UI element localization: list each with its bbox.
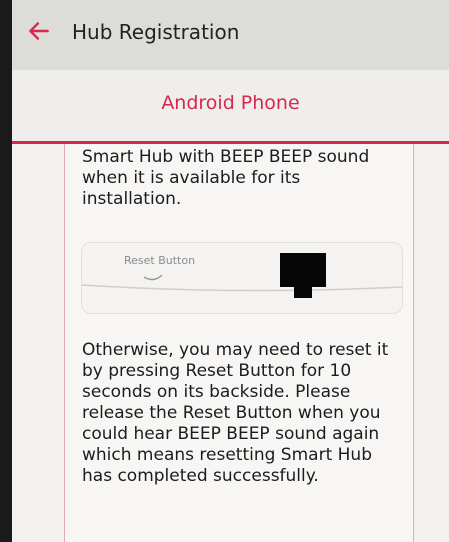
section-title: Android Phone [161, 92, 300, 114]
hub-device-icon [280, 253, 326, 298]
instruction-card: Smart Hub with BEEP BEEP sound when it i… [64, 144, 414, 542]
instruction-text-reset: Otherwise, you may need to reset it by p… [82, 340, 389, 486]
device-outline [82, 274, 402, 292]
app-screen: Hub Registration Android Phone Smart Hub… [12, 0, 449, 542]
page-title: Hub Registration [72, 20, 240, 44]
reset-button-illustration: Reset Button [81, 242, 403, 314]
section-header: Android Phone [12, 70, 449, 142]
instruction-text: Smart Hub with BEEP BEEP sound when it i… [82, 147, 370, 209]
arrow-left-icon[interactable] [26, 18, 52, 44]
app-bar: Hub Registration [12, 0, 449, 70]
